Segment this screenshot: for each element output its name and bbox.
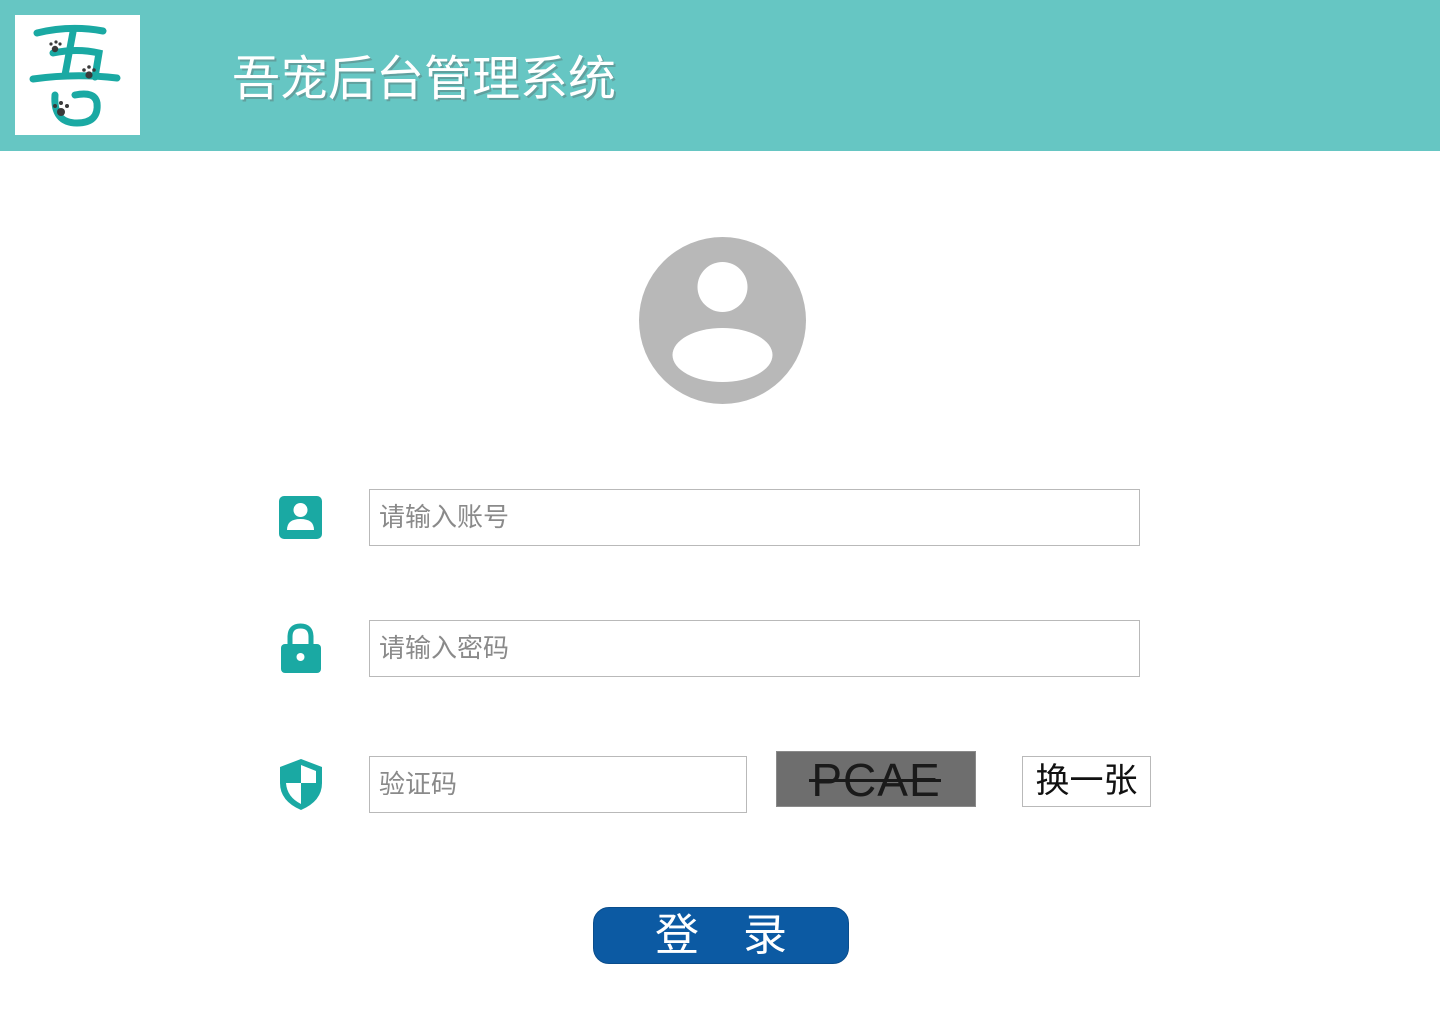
app-title: 吾宠后台管理系统 — [232, 51, 617, 107]
lock-icon — [278, 622, 324, 674]
header-bar: 吾宠后台管理系统 — [0, 0, 1440, 151]
account-input[interactable] — [369, 489, 1140, 546]
user-card-icon — [278, 493, 324, 545]
user-avatar-icon — [639, 237, 806, 404]
captcha-image[interactable]: PCAE — [776, 751, 976, 807]
refresh-captcha-button[interactable]: 换一张 — [1022, 756, 1151, 807]
captcha-input[interactable] — [369, 756, 747, 813]
app-logo — [15, 15, 140, 135]
shield-icon — [278, 757, 324, 810]
login-button[interactable]: 登录 — [593, 907, 849, 964]
captcha-noise-line — [809, 779, 941, 782]
password-input[interactable] — [369, 620, 1140, 677]
logo-paw-icon — [29, 24, 121, 127]
